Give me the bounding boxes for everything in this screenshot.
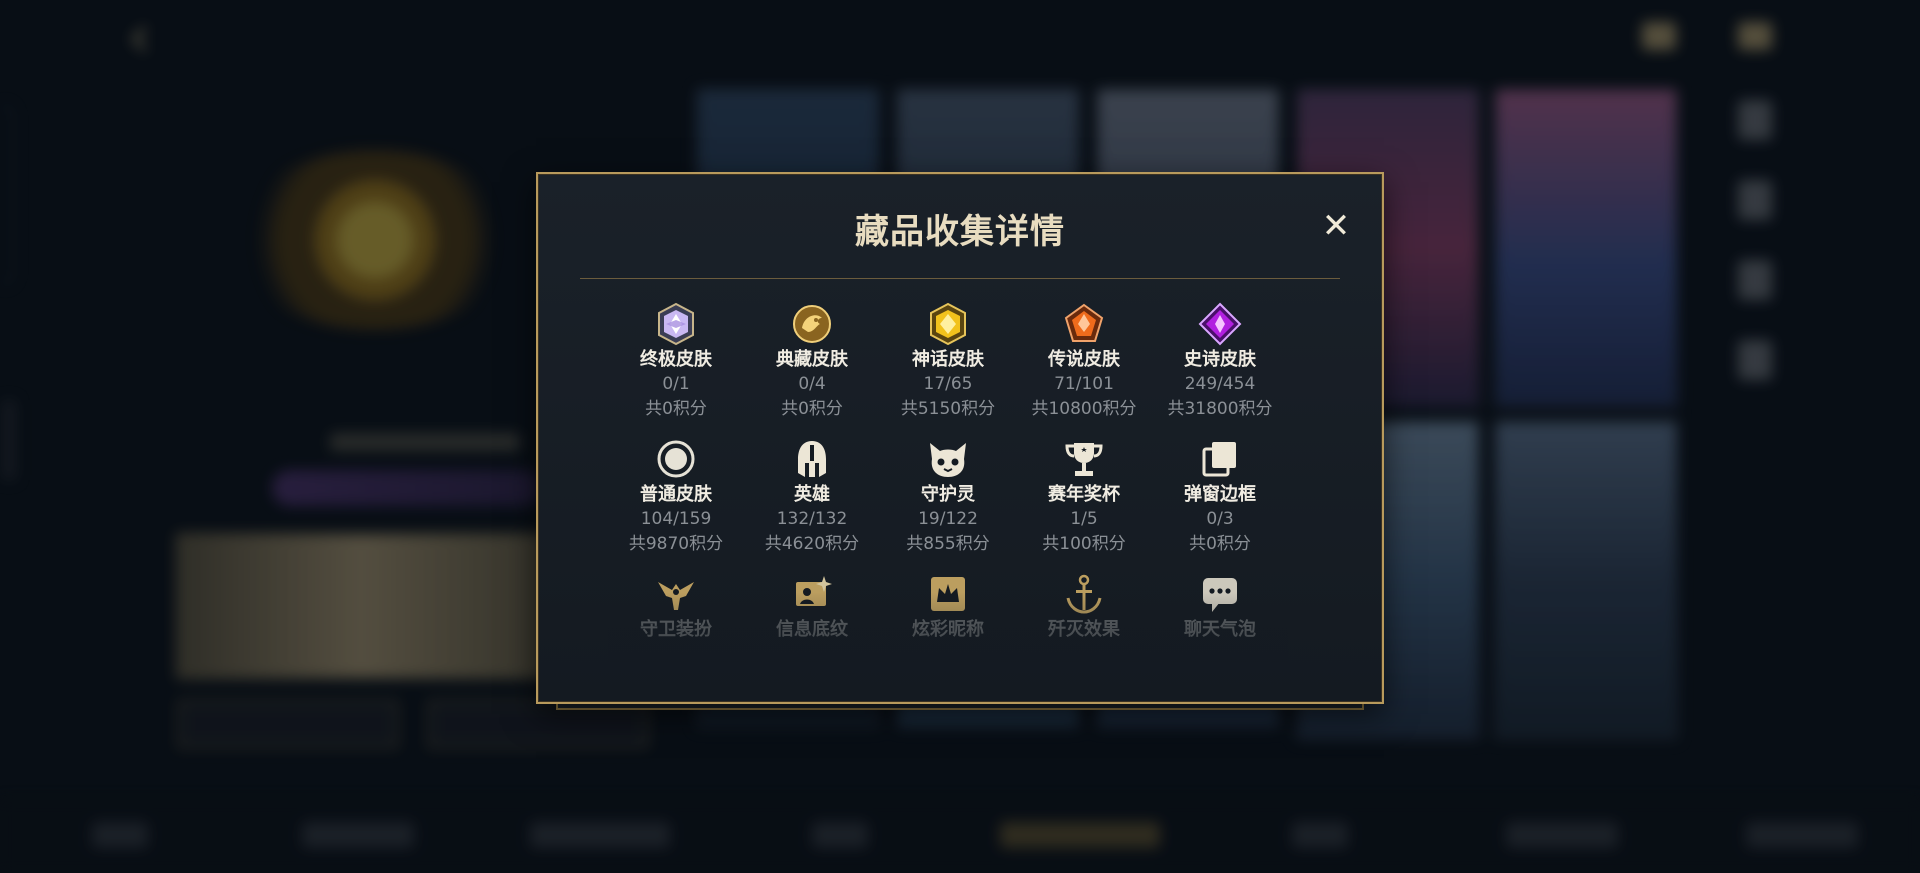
collection-item-normal-skin[interactable]: 普通皮肤 104/159 共9870积分 [608, 437, 744, 557]
collection-item-count: 17/65 [923, 374, 973, 394]
collection-item-label: 典藏皮肤 [776, 349, 848, 370]
guardian-spirit-icon [930, 443, 966, 477]
collection-item-points: 共100积分 [1042, 534, 1126, 554]
collection-item-label: 守护灵 [921, 484, 975, 505]
collection-item-points: 共0积分 [1189, 534, 1251, 554]
collection-item-ultimate-skin[interactable]: 终极皮肤 0/1 共0积分 [608, 302, 744, 422]
modal-title: 藏品收集详情 [855, 212, 1065, 252]
collection-item-hero[interactable]: 英雄 132/132 共4620积分 [744, 437, 880, 557]
collection-item-annihilation-effect[interactable]: 歼灭效果 [1016, 572, 1152, 642]
collection-item-count: 104/159 [640, 509, 712, 529]
collection-item-label: 守卫装扮 [640, 619, 712, 640]
close-button[interactable]: ✕ [1316, 206, 1356, 246]
collection-item-label: 歼灭效果 [1048, 619, 1120, 640]
collection-item-colorful-nickname[interactable]: 炫彩昵称 [880, 572, 1016, 642]
collection-item-count: 1/5 [1070, 509, 1098, 529]
collector-skin-icon [793, 305, 831, 343]
collection-item-label: 终极皮肤 [640, 349, 712, 370]
collection-item-count: 132/132 [776, 509, 848, 529]
title-divider [580, 278, 1340, 279]
collection-item-count: 249/454 [1184, 374, 1256, 394]
collection-item-guard-outfit[interactable]: 守卫装扮 [608, 572, 744, 642]
collection-item-chat-bubble[interactable]: 聊天气泡 [1152, 572, 1288, 642]
collection-item-popup-frame[interactable]: 弹窗边框 0/3 共0积分 [1152, 437, 1288, 557]
chat-bubble-icon [1203, 578, 1237, 612]
collection-item-points: 共855积分 [906, 534, 990, 554]
legendary-skin-icon [1064, 303, 1104, 342]
collection-item-points: 共9870积分 [628, 534, 724, 554]
collection-item-points: 共31800积分 [1167, 399, 1273, 419]
collection-item-points: 共0积分 [781, 399, 843, 419]
collection-item-mythic-skin[interactable]: 神话皮肤 17/65 共5150积分 [880, 302, 1016, 422]
ultimate-skin-icon [658, 302, 694, 346]
guard-outfit-icon [658, 582, 694, 610]
collection-grid: 终极皮肤 0/1 共0积分 典藏皮肤 0/4 共0积分 神话皮肤 17/65 共… [608, 302, 1288, 662]
epic-skin-icon [1198, 302, 1242, 346]
collection-item-count: 71/101 [1054, 374, 1114, 394]
collection-item-points: 共0积分 [645, 399, 707, 419]
popup-frame-icon [1202, 442, 1236, 477]
annihilation-effect-icon [1066, 574, 1102, 614]
collection-item-count: 0/1 [662, 374, 690, 394]
collection-item-epic-skin[interactable]: 史诗皮肤 249/454 共31800积分 [1152, 302, 1288, 422]
collection-item-label: 传说皮肤 [1048, 349, 1120, 370]
collection-item-label: 赛年奖杯 [1048, 484, 1120, 505]
collection-item-label: 史诗皮肤 [1184, 349, 1256, 370]
collection-item-guardian-spirit[interactable]: 守护灵 19/122 共855积分 [880, 437, 1016, 557]
info-pattern-icon [796, 576, 832, 606]
collection-item-label: 信息底纹 [776, 619, 848, 640]
collection-item-info-pattern[interactable]: 信息底纹 [744, 572, 880, 642]
collection-item-label: 弹窗边框 [1184, 484, 1256, 505]
collection-item-count: 0/4 [798, 374, 826, 394]
collection-item-collector-skin[interactable]: 典藏皮肤 0/4 共0积分 [744, 302, 880, 422]
collection-item-label: 神话皮肤 [912, 349, 984, 370]
season-trophy-icon [1065, 443, 1103, 476]
hero-helmet-icon [798, 441, 826, 477]
collection-item-legendary-skin[interactable]: 传说皮肤 71/101 共10800积分 [1016, 302, 1152, 422]
colorful-nickname-icon [931, 577, 965, 611]
collection-item-season-trophy[interactable]: 赛年奖杯 1/5 共100积分 [1016, 437, 1152, 557]
collection-item-count: 19/122 [918, 509, 978, 529]
collection-item-label: 英雄 [794, 484, 830, 505]
collection-item-points: 共4620积分 [764, 534, 860, 554]
mythic-skin-icon [930, 302, 966, 346]
collection-item-points: 共10800积分 [1031, 399, 1137, 419]
collection-item-label: 炫彩昵称 [912, 619, 984, 640]
normal-skin-icon [657, 440, 695, 478]
collection-item-label: 聊天气泡 [1184, 619, 1256, 640]
collection-item-label: 普通皮肤 [640, 484, 712, 505]
game-screen: 藏品收集详情 ✕ 终极皮肤 0/1 共0积分 典藏皮肤 0/4 共0积分 神话皮… [0, 0, 1920, 873]
collection-details-modal: 藏品收集详情 ✕ 终极皮肤 0/1 共0积分 典藏皮肤 0/4 共0积分 神话皮… [536, 172, 1384, 704]
collection-item-count: 0/3 [1206, 509, 1234, 529]
collection-item-points: 共5150积分 [900, 399, 996, 419]
